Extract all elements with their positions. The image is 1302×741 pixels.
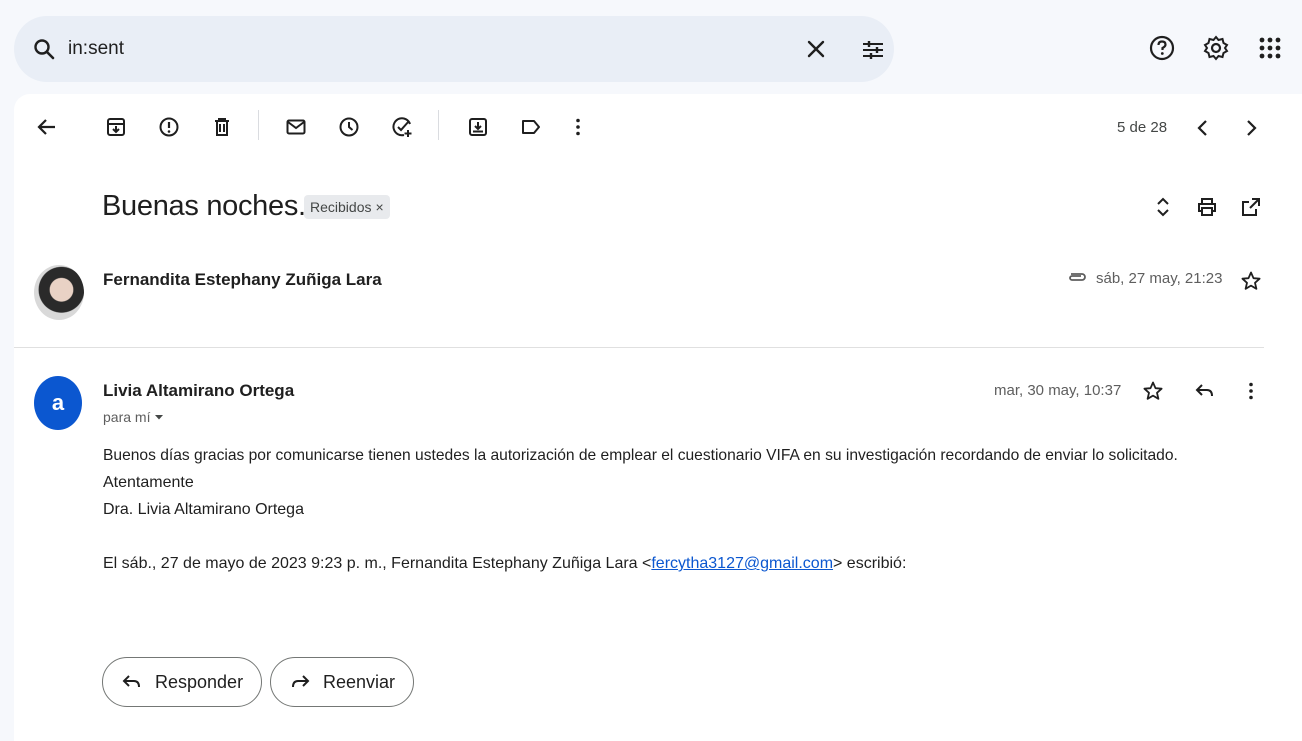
toolbar-divider (258, 110, 259, 140)
settings-icon[interactable] (1202, 34, 1230, 62)
recipient-text: para mí (103, 409, 151, 425)
star-icon[interactable] (1240, 270, 1262, 292)
reply-icon[interactable] (1194, 380, 1216, 402)
message-body-line: Buenos días gracias por comunicarse tien… (103, 447, 1178, 464)
message-body-line: Atentamente (103, 474, 194, 491)
avatar (34, 265, 84, 320)
label-icon[interactable] (520, 116, 542, 138)
pagination-count: 5 de 28 (1117, 119, 1168, 136)
delete-icon[interactable] (211, 116, 233, 138)
apps-icon[interactable] (1256, 34, 1284, 62)
forward-icon (292, 675, 310, 688)
quote-header: El sáb., 27 de mayo de 2023 9:23 p. m., … (103, 555, 906, 573)
forward-button-label: Reenviar (323, 671, 396, 692)
quote-prefix: El sáb., 27 de mayo de 2023 9:23 p. m., … (103, 555, 652, 572)
chevron-down-icon (155, 415, 164, 420)
help-icon[interactable] (1148, 34, 1176, 62)
open-new-window-icon[interactable] (1240, 196, 1262, 218)
label-chip-text: Recibidos (310, 199, 372, 215)
newer-chevron-icon[interactable] (1192, 117, 1214, 139)
thread-subject: Buenas noches. (102, 190, 306, 222)
clear-search-icon[interactable] (804, 37, 828, 61)
search-bar[interactable]: in:sent (14, 16, 894, 82)
more-options-icon[interactable] (567, 116, 589, 138)
toolbar-divider (438, 110, 439, 140)
attachment-icon (1069, 273, 1086, 281)
message-divider (14, 347, 1264, 348)
message-body-line: Dra. Livia Altamirano Ortega (103, 501, 304, 518)
message-panel: 5 de 28 Buenas noches. Recibidos × Ferna… (14, 94, 1302, 741)
search-icon[interactable] (32, 37, 56, 61)
reply-icon (122, 675, 140, 688)
add-to-tasks-icon[interactable] (391, 116, 413, 138)
more-options-icon[interactable] (1240, 380, 1262, 402)
star-icon[interactable] (1142, 380, 1164, 402)
archive-icon[interactable] (105, 116, 127, 138)
reply-button[interactable]: Responder (102, 657, 263, 707)
report-spam-icon[interactable] (158, 116, 180, 138)
sender-name[interactable]: Livia Altamirano Ortega (103, 381, 294, 401)
search-options-icon[interactable] (860, 37, 886, 63)
label-chip-inbox[interactable]: Recibidos × (304, 195, 390, 219)
mark-unread-icon[interactable] (285, 116, 307, 138)
quote-email-link[interactable]: fercytha3127@gmail.com (651, 555, 833, 572)
message-date: sáb, 27 may, 21:23 (1096, 270, 1223, 287)
search-input[interactable]: in:sent (68, 38, 124, 60)
quote-suffix: > escribió: (833, 555, 907, 572)
expand-all-icon[interactable] (1152, 196, 1174, 218)
recipient-details[interactable]: para mí (103, 409, 164, 425)
remove-label-button[interactable]: × (375, 199, 383, 215)
message-date: mar, 30 may, 10:37 (994, 382, 1122, 399)
reply-button-label: Responder (155, 671, 244, 692)
forward-button[interactable]: Reenviar (270, 657, 415, 707)
older-chevron-icon[interactable] (1240, 117, 1262, 139)
print-icon[interactable] (1196, 196, 1218, 218)
back-arrow-icon[interactable] (36, 116, 58, 138)
snooze-icon[interactable] (338, 116, 360, 138)
avatar: a (34, 376, 82, 430)
sender-name[interactable]: Fernandita Estephany Zuñiga Lara (103, 270, 382, 290)
move-to-icon[interactable] (467, 116, 489, 138)
